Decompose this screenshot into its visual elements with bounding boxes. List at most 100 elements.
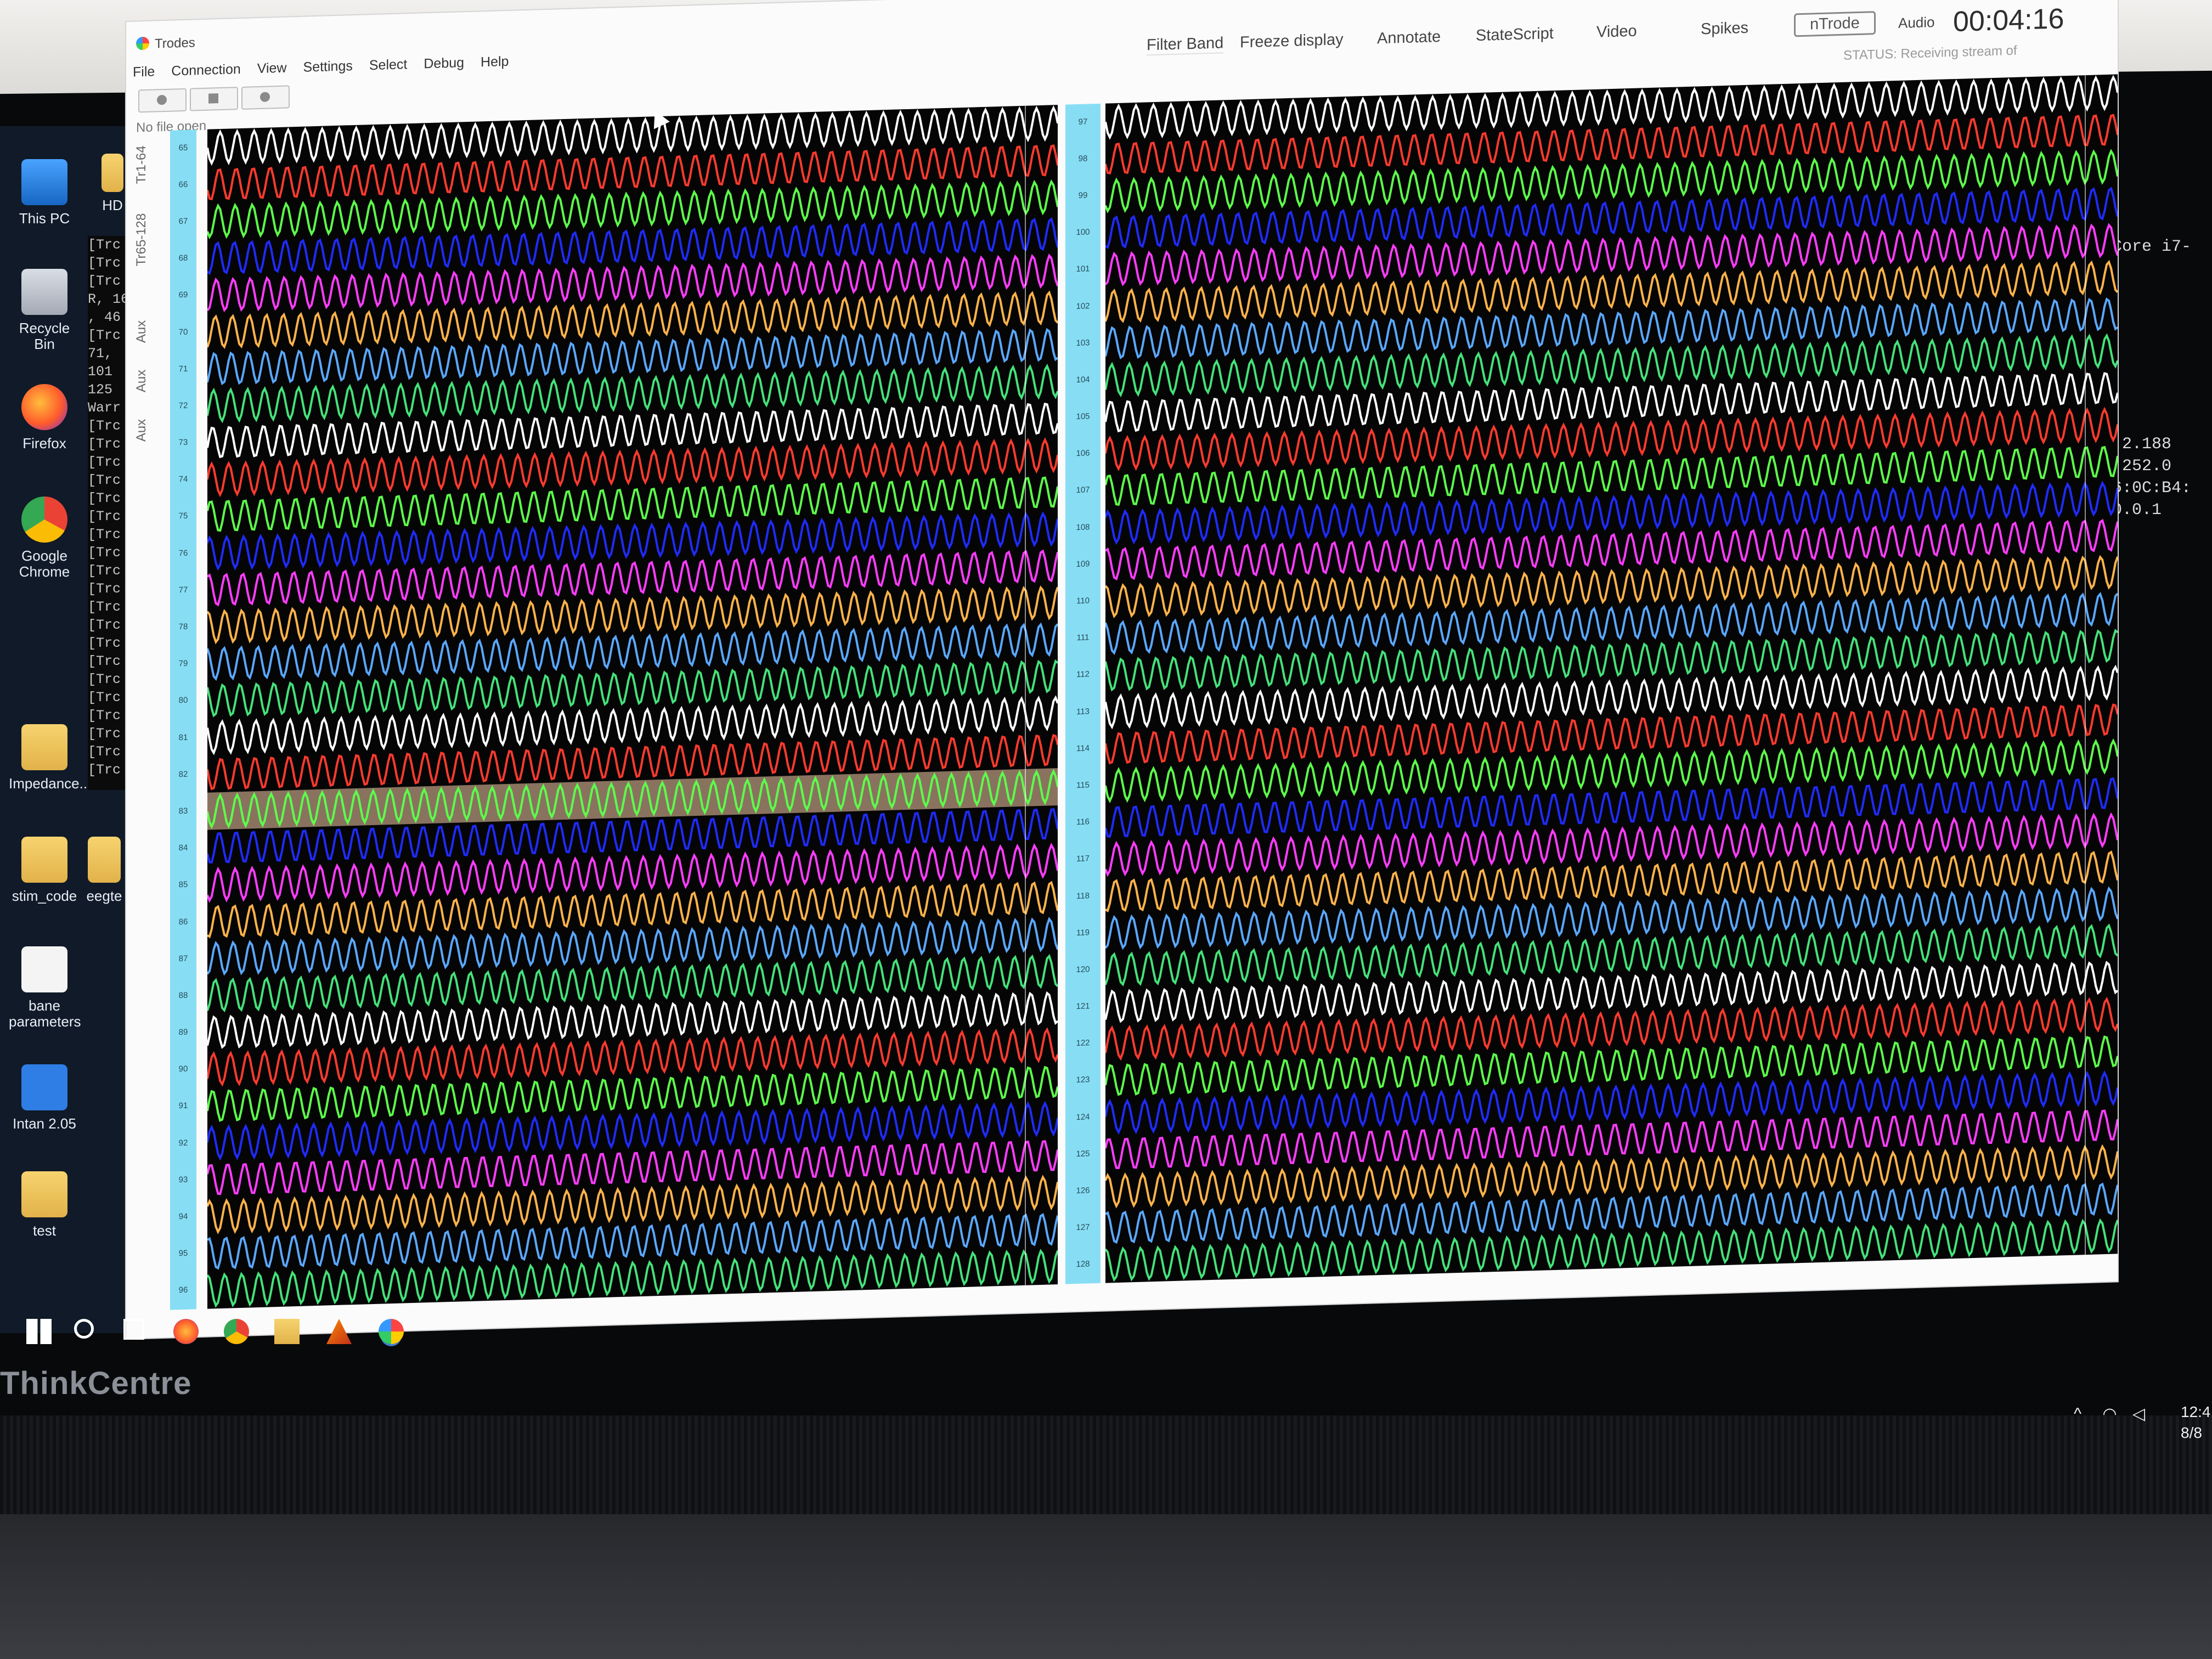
channel-number-label[interactable]: 126 (1065, 1186, 1101, 1196)
volume-icon[interactable]: ◁ (2132, 1405, 2145, 1423)
menu-view[interactable]: View (257, 60, 287, 83)
channel-number-label[interactable]: 105 (1065, 411, 1101, 422)
channel-number-label[interactable]: 117 (1065, 854, 1101, 864)
freeze-display-button[interactable]: Freeze display (1240, 31, 1344, 52)
channel-number-label[interactable]: 108 (1065, 522, 1101, 532)
channel-number-label[interactable]: 106 (1065, 448, 1101, 459)
channel-number-label[interactable]: 82 (170, 769, 196, 779)
channel-number-label[interactable]: 93 (170, 1175, 196, 1184)
channel-number-label[interactable]: 97 (1065, 116, 1101, 127)
channel-number-label[interactable]: 94 (170, 1211, 196, 1221)
channel-number-label[interactable]: 122 (1065, 1038, 1101, 1048)
channel-number-label[interactable]: 69 (170, 290, 196, 300)
channel-number-label[interactable]: 104 (1065, 375, 1101, 385)
channel-number-label[interactable]: 112 (1065, 669, 1101, 680)
channel-number-label[interactable]: 66 (170, 179, 196, 189)
channel-number-label[interactable]: 81 (170, 732, 196, 742)
audio-button[interactable]: Audio (1898, 14, 1935, 32)
chevron-up-icon[interactable]: ^ (2074, 1405, 2081, 1423)
desktop-icon-intan[interactable]: Intan 2.05 (9, 1064, 80, 1132)
channel-number-label[interactable]: 70 (170, 327, 196, 337)
windows-start-icon[interactable] (26, 1319, 52, 1344)
menu-select[interactable]: Select (369, 57, 407, 80)
desktop-icon-stim-code[interactable]: stim_code (9, 837, 80, 904)
firefox-icon[interactable] (173, 1319, 199, 1344)
desktop-icon-this-pc[interactable]: This PC (9, 159, 80, 227)
desktop-icon-hd[interactable]: HD (99, 154, 126, 213)
channel-number-label[interactable]: 114 (1065, 743, 1101, 754)
search-icon[interactable] (74, 1319, 94, 1339)
statescript-button[interactable]: StateScript (1476, 25, 1554, 45)
channel-number-label[interactable]: 95 (170, 1249, 196, 1259)
menu-connection[interactable]: Connection (171, 61, 240, 86)
desktop-icon-impedance[interactable]: Impedance... (9, 724, 91, 792)
channel-number-label[interactable]: 85 (170, 880, 196, 890)
channel-number-label[interactable]: 88 (170, 990, 196, 1000)
ntrode-button[interactable]: nTrode (1794, 11, 1876, 37)
trace-panel-left[interactable] (207, 105, 1058, 1309)
channel-number-label[interactable]: 73 (170, 437, 196, 447)
channel-number-label[interactable]: 98 (1065, 154, 1101, 164)
channel-number-label[interactable]: 86 (170, 917, 196, 927)
menu-file[interactable]: File (133, 64, 155, 86)
trace-panel-right[interactable] (1105, 74, 2118, 1283)
channel-number-label[interactable]: 120 (1065, 964, 1101, 975)
channel-number-label[interactable]: 76 (170, 548, 196, 558)
tab-aux-1[interactable]: Aux (129, 307, 154, 357)
menu-settings[interactable]: Settings (303, 58, 353, 82)
channel-number-label[interactable]: 111 (1065, 633, 1101, 643)
channel-number-label[interactable]: 127 (1065, 1222, 1101, 1233)
channel-number-label[interactable]: 113 (1065, 706, 1101, 716)
channel-number-label[interactable]: 103 (1065, 338, 1101, 348)
channel-number-label[interactable]: 128 (1065, 1259, 1101, 1269)
chrome-icon[interactable] (224, 1319, 249, 1344)
channel-number-label[interactable]: 118 (1065, 890, 1101, 901)
desktop-icon-firefox[interactable]: Firefox (9, 384, 80, 452)
tray-clock[interactable]: 12:4 8/8 (2181, 1402, 2211, 1443)
video-button[interactable]: Video (1596, 22, 1637, 42)
channel-number-label[interactable]: 115 (1065, 780, 1101, 791)
channel-number-label[interactable]: 74 (170, 475, 196, 484)
channel-number-label[interactable]: 72 (170, 400, 196, 410)
channel-number-label[interactable]: 83 (170, 806, 196, 816)
desktop-icon-google-chrome[interactable]: Google Chrome (9, 496, 80, 579)
task-view-icon[interactable] (123, 1319, 144, 1340)
channel-number-label[interactable]: 99 (1065, 190, 1101, 201)
play-button[interactable] (241, 85, 290, 110)
record-button[interactable] (138, 88, 187, 113)
trodes-icon[interactable] (379, 1319, 404, 1344)
channel-number-label[interactable]: 91 (170, 1101, 196, 1111)
channel-number-label[interactable]: 75 (170, 511, 196, 521)
desktop-icon-test[interactable]: test (9, 1171, 80, 1239)
channel-number-label[interactable]: 84 (170, 843, 196, 853)
annotate-button[interactable]: Annotate (1377, 28, 1441, 48)
menu-help[interactable]: Help (481, 54, 509, 76)
channel-number-label[interactable]: 116 (1065, 817, 1101, 827)
channel-number-label[interactable]: 80 (170, 696, 196, 706)
channel-number-label[interactable]: 110 (1065, 596, 1101, 606)
channel-number-label[interactable]: 102 (1065, 301, 1101, 311)
channel-number-label[interactable]: 124 (1065, 1111, 1101, 1122)
network-icon[interactable]: ◠ (2102, 1405, 2117, 1423)
channel-number-label[interactable]: 101 (1065, 264, 1101, 274)
spikes-button[interactable]: Spikes (1701, 19, 1748, 39)
channel-number-label[interactable]: 77 (170, 585, 196, 595)
file-explorer-icon[interactable] (274, 1319, 300, 1344)
channel-number-label[interactable]: 68 (170, 253, 196, 263)
tab-aux-3[interactable]: Aux (129, 405, 154, 455)
tab-tr65-128[interactable]: Tr65-128 (129, 213, 154, 280)
channel-number-label[interactable]: 89 (170, 1027, 196, 1037)
pause-button[interactable] (190, 87, 238, 111)
channel-number-label[interactable]: 109 (1065, 559, 1101, 569)
channel-number-label[interactable]: 67 (170, 216, 196, 226)
channel-number-label[interactable]: 78 (170, 622, 196, 631)
channel-number-label[interactable]: 100 (1065, 227, 1101, 238)
menu-debug[interactable]: Debug (424, 55, 464, 78)
channel-number-label[interactable]: 96 (170, 1285, 196, 1295)
tab-tr1-64[interactable]: Tr1-64 (129, 145, 154, 198)
filter-band-button[interactable]: Filter Band (1147, 34, 1224, 56)
desktop-icon-recycle-bin[interactable]: Recycle Bin (9, 269, 80, 352)
channel-number-label[interactable]: 87 (170, 953, 196, 963)
desktop-icon-bane-parameters[interactable]: bane parameters (9, 946, 81, 1029)
desktop-icon-eegte[interactable]: eegte (82, 837, 126, 904)
